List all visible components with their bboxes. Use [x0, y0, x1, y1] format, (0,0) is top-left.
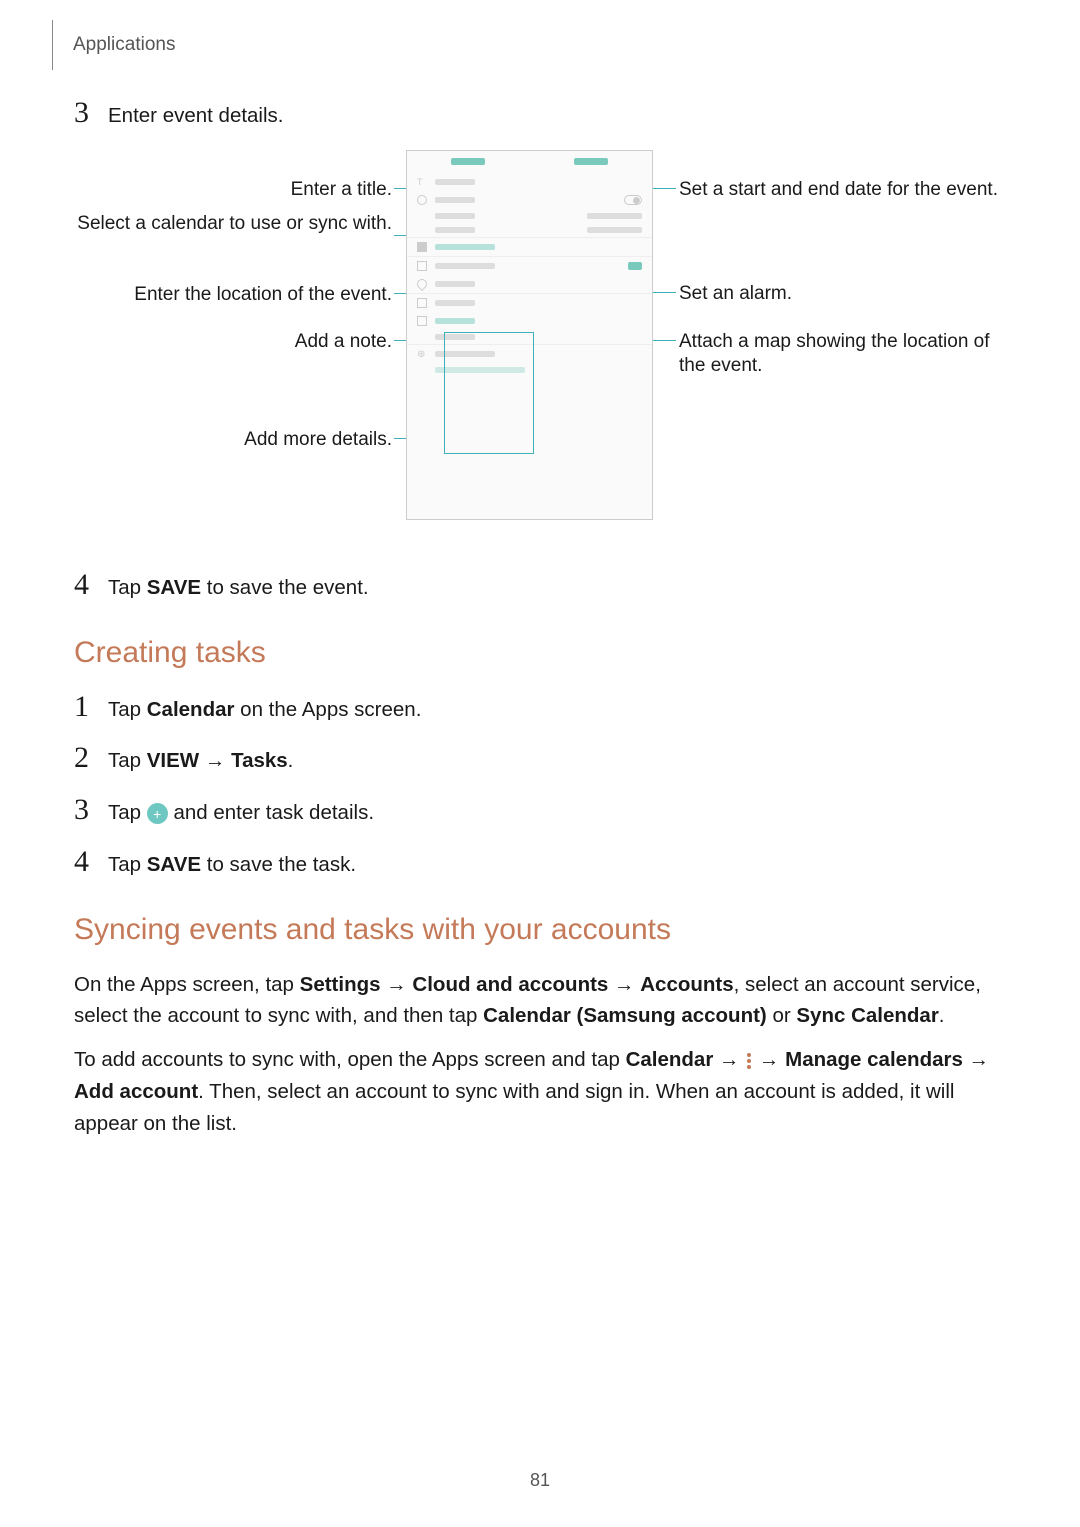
- text: Tap: [108, 749, 147, 772]
- phone-mockup: T ⊕: [406, 150, 653, 520]
- callout-alarm: Set an alarm.: [679, 282, 1009, 307]
- ct-step-2: 2 Tap VIEW → Tasks.: [74, 743, 1014, 777]
- arrow: →: [199, 749, 231, 772]
- step-text: Tap Calendar on the Apps screen.: [108, 695, 421, 726]
- text: . Then, select an account to sync with a…: [74, 1080, 954, 1135]
- text: and enter task details.: [168, 801, 374, 824]
- plus-icon: ⊕: [417, 349, 427, 359]
- step-number: 1: [74, 692, 108, 722]
- step-number: 4: [74, 570, 108, 600]
- text: or: [767, 1004, 797, 1027]
- text: .: [939, 1004, 945, 1027]
- arrow: →: [963, 1048, 989, 1071]
- arrow: →: [753, 1048, 785, 1071]
- step-number: 4: [74, 847, 108, 877]
- text: Tap: [108, 698, 147, 721]
- step-text: Tap + and enter task details.: [108, 798, 374, 829]
- calendar-label: Calendar: [147, 698, 235, 721]
- step-4: 4 Tap SAVE to save the event.: [74, 570, 1014, 604]
- text: .: [288, 749, 294, 772]
- text: to save the event.: [201, 576, 369, 599]
- syncing-para-1: On the Apps screen, tap Settings → Cloud…: [74, 969, 1014, 1033]
- step-3: 3 Enter event details.: [74, 98, 1014, 132]
- manage-calendars-label: Manage calendars: [785, 1048, 963, 1071]
- callout-more: Add more details.: [74, 428, 392, 453]
- main-content: 3 Enter event details. Enter a title. Se…: [74, 98, 1014, 1151]
- step-text: Tap SAVE to save the task.: [108, 850, 356, 881]
- header-section: Applications: [52, 20, 175, 70]
- text: on the Apps screen.: [234, 698, 421, 721]
- accounts-label: Accounts: [640, 973, 733, 996]
- add-account-label: Add account: [74, 1080, 198, 1103]
- calendar-samsung-label: Calendar (Samsung account): [483, 1004, 767, 1027]
- text: To add accounts to sync with, open the A…: [74, 1048, 626, 1071]
- callout-note: Add a note.: [74, 330, 392, 355]
- calendar-label: Calendar: [626, 1048, 714, 1071]
- clock-icon: [417, 195, 427, 205]
- page-number: 81: [0, 1470, 1080, 1491]
- callout-title: Enter a title.: [74, 178, 392, 203]
- callout-location: Enter the location of the event.: [74, 283, 392, 308]
- arrow: →: [713, 1048, 745, 1071]
- step-number: 2: [74, 743, 108, 773]
- settings-label: Settings: [300, 973, 381, 996]
- add-task-icon: +: [147, 803, 168, 824]
- heading-creating-tasks: Creating tasks: [74, 636, 1014, 670]
- save-label: SAVE: [147, 853, 201, 876]
- save-label: SAVE: [147, 576, 201, 599]
- step-text: Enter event details.: [108, 101, 284, 132]
- ct-step-3: 3 Tap + and enter task details.: [74, 795, 1014, 829]
- heading-syncing: Syncing events and tasks with your accou…: [74, 913, 1014, 947]
- callout-dates: Set a start and end date for the event.: [679, 178, 1009, 203]
- syncing-para-2: To add accounts to sync with, open the A…: [74, 1044, 1014, 1139]
- arrow: →: [608, 973, 640, 996]
- step-number: 3: [74, 98, 108, 128]
- tasks-label: Tasks: [231, 749, 288, 772]
- location-icon: [415, 277, 429, 291]
- phone-save-pill: [574, 158, 608, 165]
- ct-step-1: 1 Tap Calendar on the Apps screen.: [74, 692, 1014, 726]
- view-label: VIEW: [147, 749, 199, 772]
- text: Tap: [108, 801, 147, 824]
- text: On the Apps screen, tap: [74, 973, 300, 996]
- calendar-select-icon: [417, 242, 427, 252]
- step-text: Tap VIEW → Tasks.: [108, 746, 293, 777]
- text: Tap: [108, 576, 147, 599]
- event-diagram: Enter a title. Select a calendar to use …: [74, 150, 1014, 540]
- callout-map: Attach a map showing the location of the…: [679, 330, 1009, 379]
- phone-cancel-pill: [451, 158, 485, 165]
- header-label: Applications: [73, 34, 175, 56]
- cloud-accounts-label: Cloud and accounts: [412, 973, 608, 996]
- allday-toggle: [624, 195, 642, 205]
- alarm-toggle: [628, 262, 642, 270]
- text: to save the task.: [201, 853, 356, 876]
- bell-icon: [417, 261, 427, 271]
- note-icon: [417, 298, 427, 308]
- text-icon: T: [417, 177, 427, 187]
- text: Tap: [108, 853, 147, 876]
- repeat-icon: [417, 316, 427, 326]
- callout-calendar: Select a calendar to use or sync with.: [74, 212, 392, 237]
- arrow: →: [381, 973, 413, 996]
- step-text: Tap SAVE to save the event.: [108, 573, 369, 604]
- sync-calendar-label: Sync Calendar: [796, 1004, 938, 1027]
- ct-step-4: 4 Tap SAVE to save the task.: [74, 847, 1014, 881]
- step-number: 3: [74, 795, 108, 825]
